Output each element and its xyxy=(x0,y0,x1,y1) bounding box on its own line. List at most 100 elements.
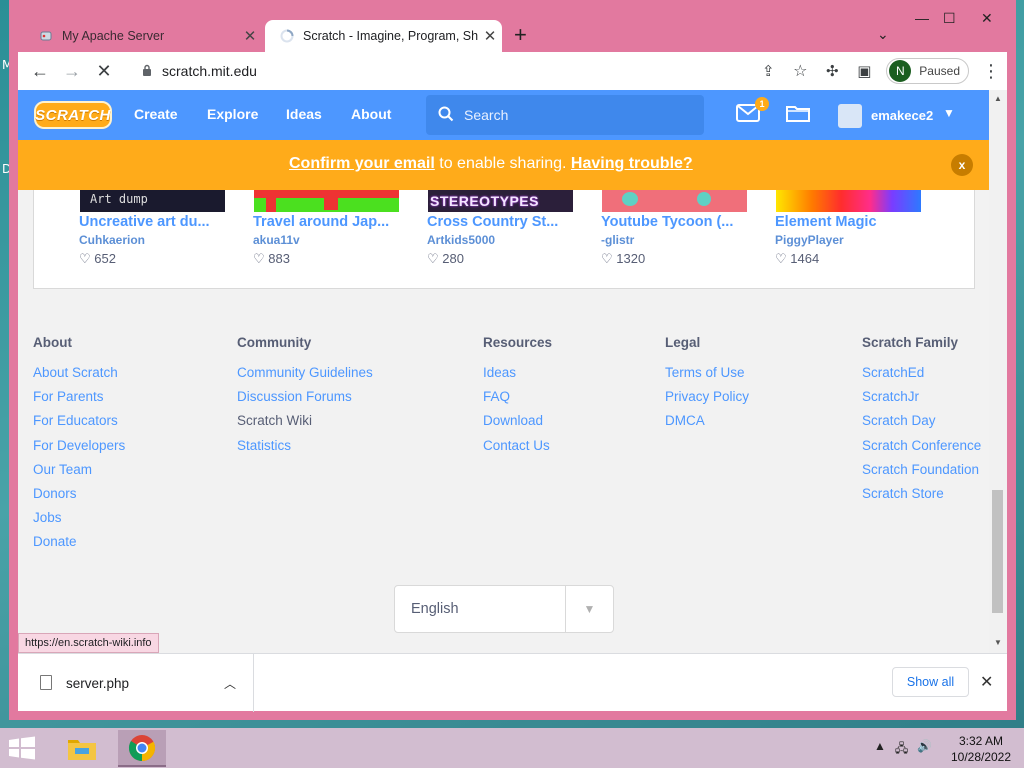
windows-start-icon[interactable] xyxy=(8,736,38,762)
nav-about[interactable]: About xyxy=(351,106,391,122)
search-placeholder: Search xyxy=(464,107,509,123)
footer-link-hovered[interactable]: Scratch Wiki xyxy=(237,413,373,437)
close-tab-icon[interactable]: ✕ xyxy=(238,27,262,45)
project-author[interactable]: Artkids5000 xyxy=(427,233,495,247)
language-select[interactable]: English ▼ xyxy=(394,585,614,633)
show-all-button[interactable]: Show all xyxy=(892,667,969,697)
project-loves: ♡ 1320 xyxy=(601,251,646,266)
profile-status: Paused xyxy=(919,64,960,78)
tab-strip: My Apache Server ✕ Scratch - Imagine, Pr… xyxy=(9,0,998,52)
scroll-down-icon[interactable]: ▼ xyxy=(994,638,1002,647)
chevron-down-icon[interactable]: ▼ xyxy=(943,106,955,120)
volume-icon[interactable]: 🔊 xyxy=(917,739,932,760)
nav-create[interactable]: Create xyxy=(134,106,178,122)
profile-button[interactable]: N Paused xyxy=(886,58,969,84)
back-arrow-icon[interactable]: ← xyxy=(24,55,56,87)
project-title[interactable]: Element Magic xyxy=(775,214,877,230)
username[interactable]: emakece2 xyxy=(871,108,933,123)
maximize-icon[interactable]: ☐ xyxy=(943,10,956,27)
footer-link[interactable]: Scratch Conference xyxy=(862,438,981,462)
footer-link[interactable]: For Parents xyxy=(33,389,125,413)
forward-arrow-icon[interactable]: → xyxy=(56,55,88,87)
having-trouble-link[interactable]: Having trouble? xyxy=(571,155,693,172)
extensions-puzzle-icon[interactable]: ✣ xyxy=(816,55,848,87)
share-icon[interactable]: ⇪ xyxy=(752,55,784,87)
bookmark-star-icon[interactable]: ☆ xyxy=(784,55,816,87)
project-thumbnail[interactable]: Art dump xyxy=(80,190,225,212)
footer-link[interactable]: For Educators xyxy=(33,413,125,437)
project-author[interactable]: akua11v xyxy=(253,233,300,247)
footer-link[interactable]: Statistics xyxy=(237,438,373,462)
project-author[interactable]: Cuhkaerion xyxy=(79,233,145,247)
project-author[interactable]: -glistr xyxy=(601,233,634,247)
file-explorer-icon[interactable] xyxy=(58,730,106,767)
footer-link[interactable]: Download xyxy=(483,413,552,437)
confirm-email-link[interactable]: Confirm your email xyxy=(289,155,435,172)
project-title[interactable]: Travel around Jap... xyxy=(253,214,389,230)
project-thumbnail[interactable]: STEREOTYPES xyxy=(428,190,573,212)
close-downloads-icon[interactable]: ✕ xyxy=(980,672,993,692)
project-title[interactable]: Uncreative art du... xyxy=(79,214,210,230)
network-icon[interactable]: 🖧 xyxy=(895,739,908,760)
tab-my-apache-server[interactable]: My Apache Server ✕ xyxy=(24,20,262,52)
footer-link[interactable]: Scratch Day xyxy=(862,413,981,437)
footer-link[interactable]: Privacy Policy xyxy=(665,389,749,413)
lock-icon xyxy=(142,63,152,79)
side-panel-icon[interactable]: ▣ xyxy=(848,55,880,87)
project-author[interactable]: PiggyPlayer xyxy=(775,233,844,247)
footer-link[interactable]: Jobs xyxy=(33,510,125,534)
chrome-icon[interactable] xyxy=(118,730,166,767)
footer-link[interactable]: Ideas xyxy=(483,365,552,389)
my-stuff-folder-icon[interactable] xyxy=(786,104,810,127)
footer-link[interactable]: Scratch Foundation xyxy=(862,462,981,486)
footer-link[interactable]: Discussion Forums xyxy=(237,389,373,413)
scratch-navbar: SCRATCH Create Explore Ideas About Searc… xyxy=(18,90,989,140)
minimize-icon[interactable]: — xyxy=(915,10,929,26)
footer-link[interactable]: Community Guidelines xyxy=(237,365,373,389)
chevron-down-icon[interactable]: ▼ xyxy=(565,586,613,632)
tab-scratch[interactable]: Scratch - Imagine, Program, Share ✕ xyxy=(265,20,502,52)
project-title[interactable]: Cross Country St... xyxy=(427,214,558,230)
banner-close-button[interactable]: x xyxy=(951,154,973,176)
tab-search-chevron-icon[interactable]: ⌄ xyxy=(877,26,889,43)
footer-link[interactable]: Donate xyxy=(33,534,125,558)
footer-link[interactable]: For Developers xyxy=(33,438,125,462)
footer-link[interactable]: DMCA xyxy=(665,413,749,437)
footer-link[interactable]: ScratchJr xyxy=(862,389,981,413)
project-thumbnail[interactable] xyxy=(254,190,399,212)
footer-link[interactable]: Contact Us xyxy=(483,438,552,462)
windows-taskbar: ▲ 🖧 🔊 3:32 AM 10/28/2022 xyxy=(0,728,1024,768)
footer-heading: About xyxy=(33,335,72,350)
new-tab-button[interactable]: + xyxy=(514,24,527,46)
footer-legal-column: Legal Terms of Use Privacy Policy DMCA xyxy=(665,335,749,438)
project-loves: ♡ 1464 xyxy=(775,251,820,266)
footer-link[interactable]: Scratch Store xyxy=(862,486,981,510)
stop-loading-icon[interactable]: ✕ xyxy=(88,55,120,87)
footer-link[interactable]: Donors xyxy=(33,486,125,510)
scratch-search-input[interactable]: Search xyxy=(426,95,704,135)
window-close-icon[interactable]: ✕ xyxy=(981,10,993,27)
footer-link[interactable]: Our Team xyxy=(33,462,125,486)
project-loves: ♡ 883 xyxy=(253,251,290,266)
chevron-up-icon[interactable]: ︿ xyxy=(224,675,236,692)
project-title[interactable]: Youtube Tycoon (... xyxy=(601,214,733,230)
tray-overflow-icon[interactable]: ▲ xyxy=(874,739,886,760)
download-item[interactable]: server.php ︿ xyxy=(18,654,254,712)
footer-link[interactable]: ScratchEd xyxy=(862,365,981,389)
footer-link[interactable]: FAQ xyxy=(483,389,552,413)
scratch-logo[interactable]: SCRATCH xyxy=(34,101,112,129)
taskbar-clock[interactable]: 3:32 AM 10/28/2022 xyxy=(946,733,1016,765)
scrollbar-thumb[interactable] xyxy=(992,490,1003,613)
close-tab-icon[interactable]: ✕ xyxy=(478,27,502,45)
project-thumbnail[interactable] xyxy=(776,190,921,212)
nav-ideas[interactable]: Ideas xyxy=(286,106,322,122)
nav-explore[interactable]: Explore xyxy=(207,106,258,122)
user-avatar[interactable] xyxy=(838,104,862,128)
footer-link[interactable]: About Scratch xyxy=(33,365,125,389)
project-thumbnail[interactable] xyxy=(602,190,747,212)
scroll-up-icon[interactable]: ▲ xyxy=(994,94,1002,103)
address-bar[interactable]: scratch.mit.edu xyxy=(130,56,790,86)
menu-kebab-icon[interactable]: ⋮ xyxy=(975,55,1007,87)
footer-link[interactable]: Terms of Use xyxy=(665,365,749,389)
page-scrollbar[interactable]: ▲ ▼ xyxy=(989,90,1007,653)
